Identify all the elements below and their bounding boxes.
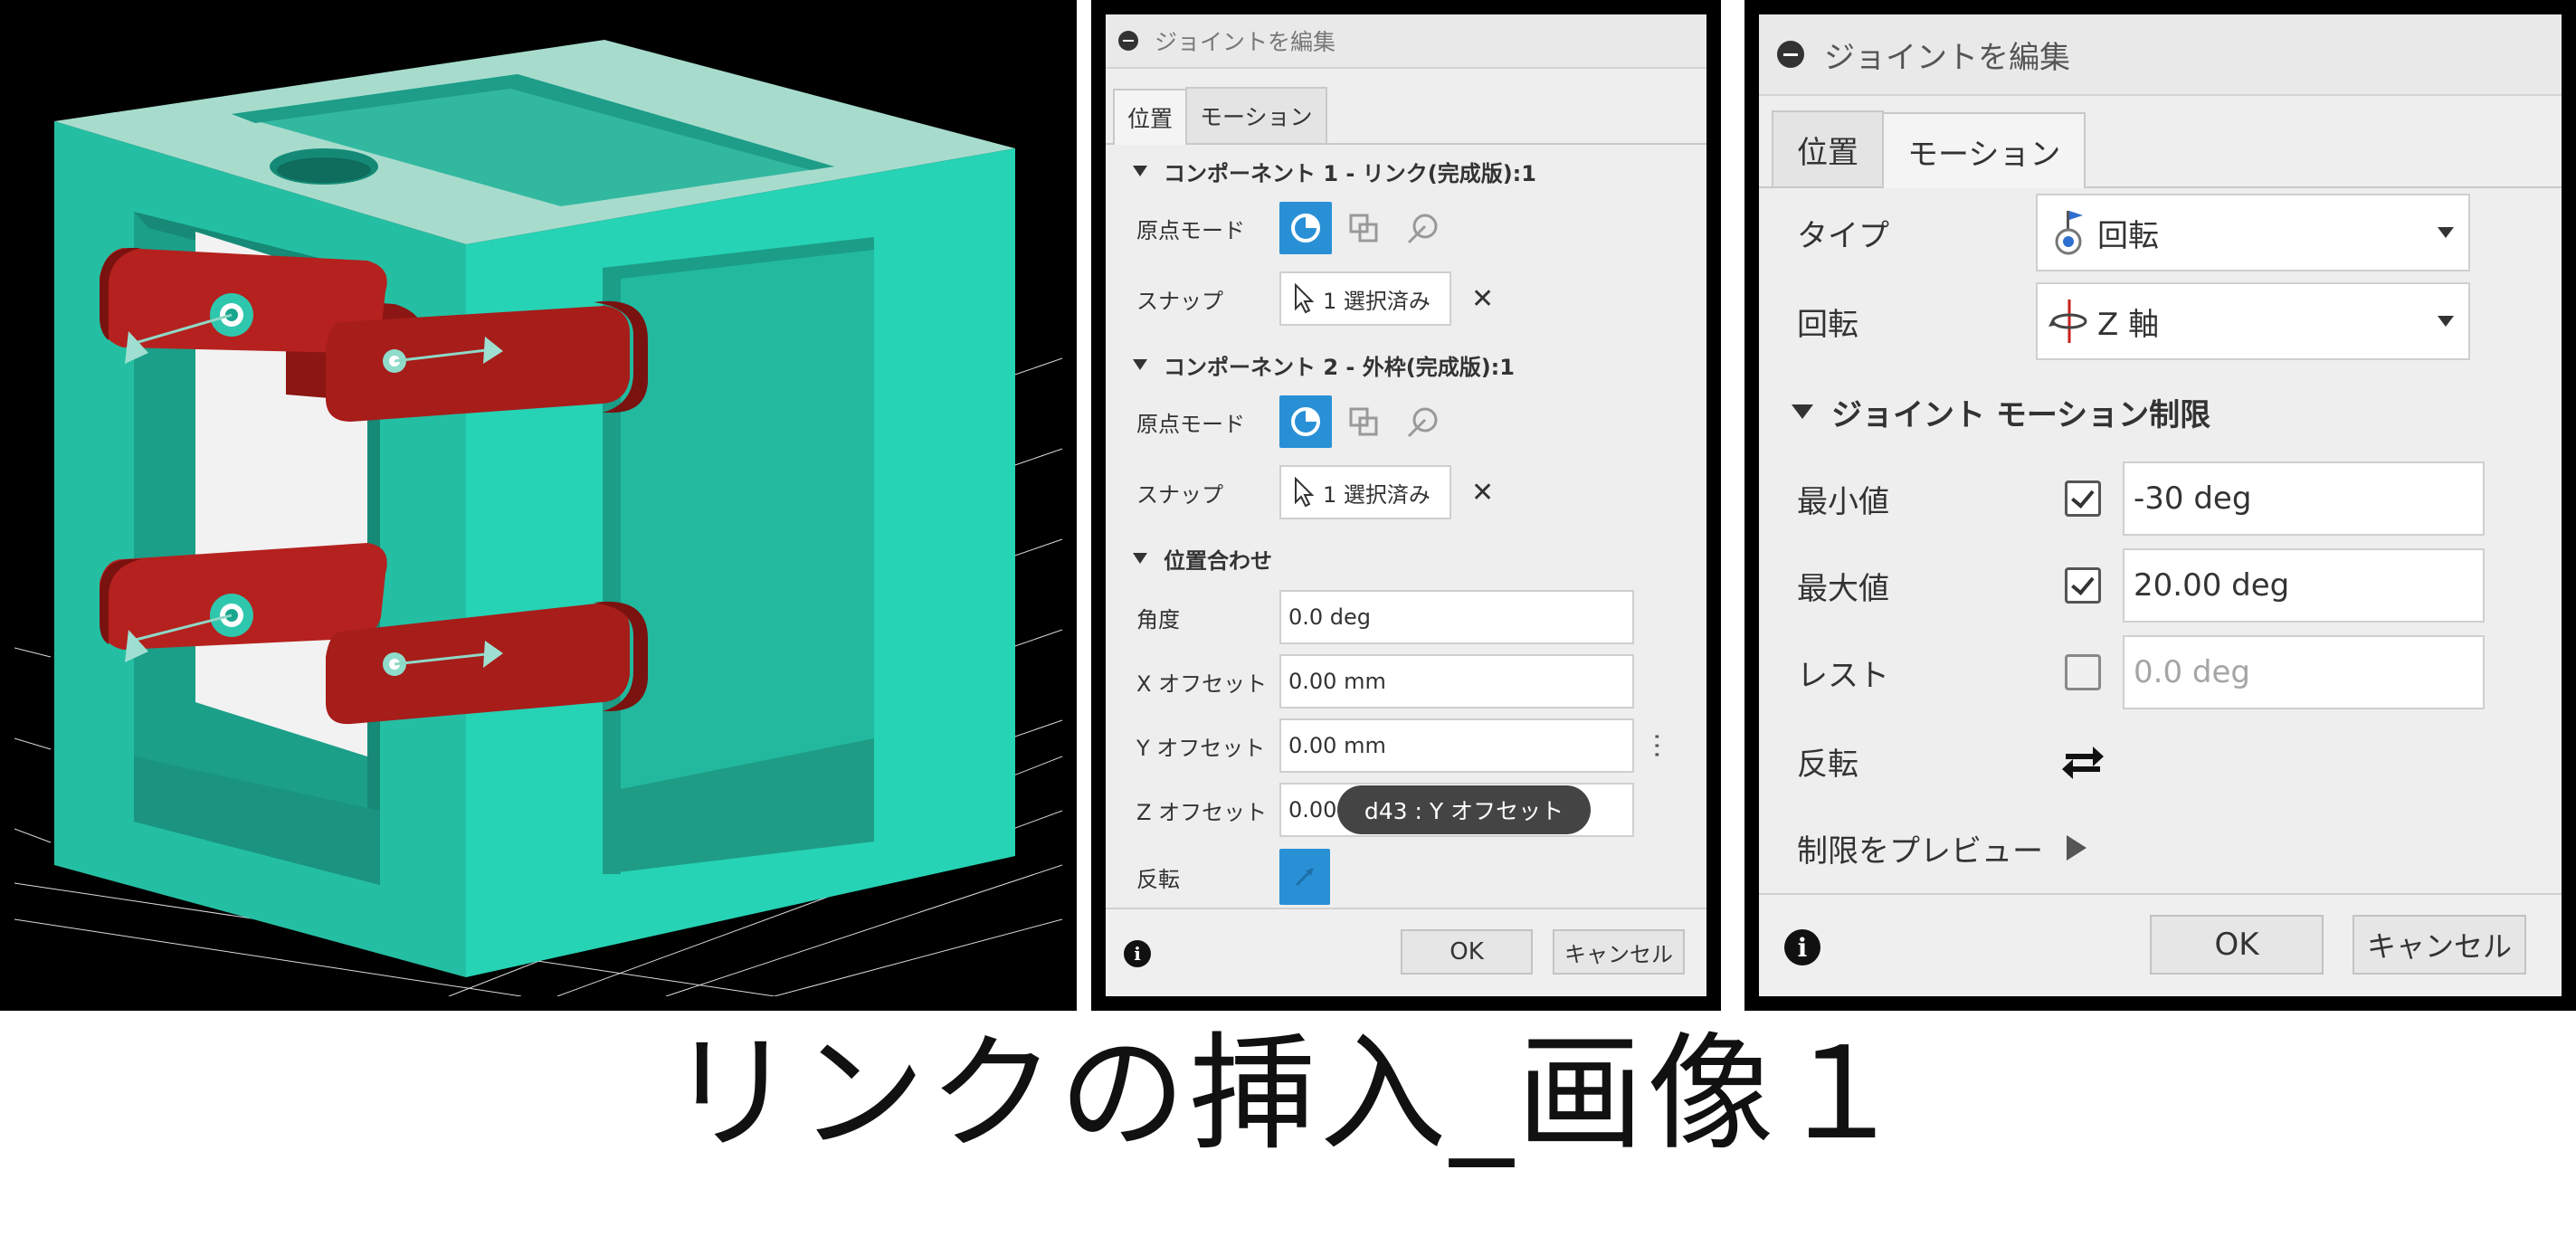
z-axis-rotation-icon bbox=[2048, 300, 2087, 343]
origin-mode-two-faces-button[interactable] bbox=[1401, 395, 1446, 448]
max-label: 最大値 bbox=[1797, 570, 1889, 607]
angle-input[interactable]: 0.0 deg bbox=[1279, 590, 1634, 644]
origin-mode-two-faces-button[interactable] bbox=[1401, 202, 1446, 254]
min-limit-checkbox[interactable] bbox=[2065, 480, 2101, 517]
y-offset-label: Y オフセット bbox=[1136, 735, 1266, 761]
rest-checkbox[interactable] bbox=[2065, 654, 2101, 690]
angle-label: 角度 bbox=[1136, 606, 1180, 633]
origin-mode-simple-button[interactable] bbox=[1279, 202, 1332, 254]
dialog-tabs: 位置 モーション bbox=[1759, 98, 2562, 188]
chevron-down-icon bbox=[2438, 227, 2454, 238]
origin-mode-label: 原点モード bbox=[1136, 411, 1245, 437]
cursor-arrow-icon bbox=[1295, 283, 1315, 314]
collapse-icon[interactable] bbox=[1777, 41, 1804, 68]
origin-between-icon bbox=[1349, 407, 1378, 436]
snap-label: スナップ bbox=[1136, 481, 1223, 508]
info-icon[interactable]: i bbox=[1124, 940, 1151, 967]
dialog-footer: i OK キャンセル bbox=[1759, 893, 2562, 996]
dialog-title: ジョイントを編集 bbox=[1824, 39, 2070, 76]
origin-faces-icon bbox=[1407, 407, 1438, 438]
cancel-button[interactable]: キャンセル bbox=[2353, 915, 2526, 975]
max-limit-checkbox[interactable] bbox=[2065, 567, 2101, 604]
snap-selection-1[interactable]: 1 選択済み bbox=[1279, 271, 1451, 326]
cancel-button[interactable]: キャンセル bbox=[1553, 929, 1685, 975]
rotation-axis-select[interactable]: Z 軸 bbox=[2036, 282, 2470, 360]
info-icon[interactable]: i bbox=[1784, 929, 1820, 965]
min-value-input[interactable]: -30 deg bbox=[2123, 461, 2485, 536]
snap-label: スナップ bbox=[1136, 288, 1223, 314]
rest-value-input[interactable]: 0.0 deg bbox=[2123, 635, 2485, 709]
snap-selection-2[interactable]: 1 選択済み bbox=[1279, 465, 1451, 519]
joint-type-select[interactable]: 回転 bbox=[2036, 194, 2470, 271]
dialog-title-bar[interactable]: ジョイントを編集 bbox=[1106, 14, 1706, 69]
revolute-joint-icon bbox=[2055, 211, 2083, 255]
origin-mode-label: 原点モード bbox=[1136, 217, 1245, 243]
rotation-label: 回転 bbox=[1797, 306, 1858, 343]
flip-button[interactable] bbox=[2058, 736, 2108, 786]
collapse-triangle-icon bbox=[1133, 166, 1147, 176]
parameter-tooltip: d43 : Y オフセット bbox=[1337, 785, 1591, 834]
tab-position[interactable]: 位置 bbox=[1113, 89, 1188, 145]
dialog-footer: i OK キャンセル bbox=[1106, 908, 1706, 996]
ok-button[interactable]: OK bbox=[1401, 929, 1533, 975]
edit-joint-motion-panel: ジョイントを編集 位置 モーション タイプ 回転 回転 Z 軸 ジョイント モー… bbox=[1744, 0, 2576, 1011]
3d-viewport[interactable] bbox=[14, 14, 1062, 996]
flip-label: 反転 bbox=[1136, 866, 1180, 892]
flip-arrows-icon bbox=[2062, 747, 2104, 779]
tab-motion[interactable]: モーション bbox=[1185, 87, 1327, 143]
origin-faces-icon bbox=[1407, 214, 1438, 244]
ok-button[interactable]: OK bbox=[2150, 915, 2324, 975]
tab-motion[interactable]: モーション bbox=[1882, 112, 2086, 188]
tab-position[interactable]: 位置 bbox=[1772, 110, 1884, 186]
collapse-triangle-icon bbox=[1133, 553, 1147, 564]
collapse-icon[interactable] bbox=[1118, 31, 1138, 51]
flip-button[interactable] bbox=[1279, 849, 1330, 905]
component1-section-header[interactable]: コンポーネント 1 - リンク(完成版):1 bbox=[1106, 148, 1706, 194]
edit-joint-position-panel: ジョイントを編集 位置 モーション コンポーネント 1 - リンク(完成版):1… bbox=[1091, 0, 1721, 1011]
origin-simple-icon bbox=[1291, 214, 1320, 243]
clear-selection-1-icon[interactable]: ✕ bbox=[1471, 283, 1494, 315]
dialog-title: ジョイントを編集 bbox=[1155, 29, 1336, 55]
collapse-triangle-icon bbox=[1792, 404, 1813, 419]
max-value-input[interactable]: 20.00 deg bbox=[2123, 548, 2485, 623]
clear-selection-2-icon[interactable]: ✕ bbox=[1471, 477, 1494, 509]
origin-between-icon bbox=[1349, 214, 1378, 243]
rest-label: レスト bbox=[1797, 657, 1889, 694]
flip-label: 反転 bbox=[1797, 746, 1858, 783]
x-offset-input[interactable]: 0.00 mm bbox=[1279, 654, 1634, 709]
origin-mode-between-button[interactable] bbox=[1341, 395, 1386, 448]
viewport-frame bbox=[0, 0, 1077, 1011]
play-icon[interactable] bbox=[2067, 835, 2086, 861]
alignment-section-header[interactable]: 位置合わせ bbox=[1106, 536, 1706, 581]
component2-section-header[interactable]: コンポーネント 2 - 外枠(完成版):1 bbox=[1106, 342, 1706, 387]
flip-arrow-icon bbox=[1295, 867, 1315, 887]
more-options-icon[interactable]: ⋯ bbox=[1641, 732, 1673, 759]
origin-mode-between-button[interactable] bbox=[1341, 202, 1386, 254]
type-label: タイプ bbox=[1797, 217, 1889, 254]
y-offset-input[interactable]: 0.00 mm bbox=[1279, 718, 1634, 773]
figure-caption: リンクの挿入_画像１ bbox=[668, 1021, 1908, 1168]
dialog-title-bar[interactable]: ジョイントを編集 bbox=[1759, 14, 2562, 96]
origin-simple-icon bbox=[1291, 407, 1320, 436]
chevron-down-icon bbox=[2438, 316, 2454, 327]
dialog-tabs: 位置 モーション bbox=[1106, 71, 1706, 145]
z-offset-label: Z オフセット bbox=[1136, 799, 1268, 825]
preview-limits-label: 制限をプレビュー bbox=[1797, 832, 2043, 870]
motion-limits-section-header[interactable]: ジョイント モーション制限 bbox=[1759, 369, 2562, 454]
3d-model-scene[interactable] bbox=[14, 14, 1062, 996]
collapse-triangle-icon bbox=[1133, 359, 1147, 370]
cursor-arrow-icon bbox=[1295, 477, 1315, 508]
min-label: 最小値 bbox=[1797, 483, 1889, 520]
x-offset-label: X オフセット bbox=[1136, 671, 1268, 697]
origin-mode-simple-button[interactable] bbox=[1279, 395, 1332, 448]
